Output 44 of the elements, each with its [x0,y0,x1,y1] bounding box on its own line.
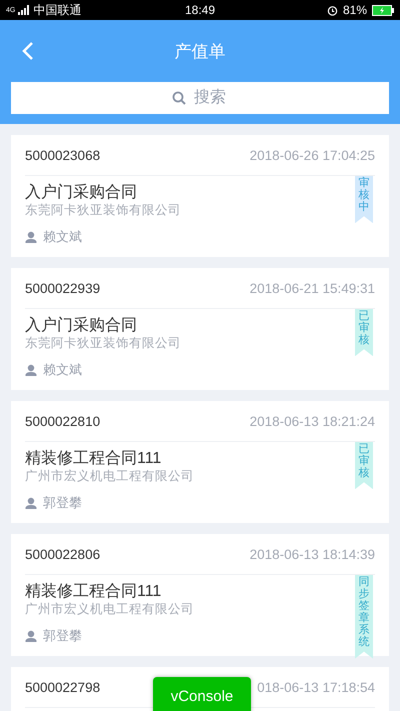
order-date: 2018-06-26 17:04:25 [250,148,375,162]
search-icon [172,91,186,105]
person-name: 赖文斌 [43,361,82,379]
order-number: 5000022806 [25,546,100,562]
contract-title: 精装修工程合同111 [25,583,162,601]
order-card[interactable]: 5000022806 2018-06-13 18:14:39 精装修工程合同111 广州市宏义机电工程有限公司 郭登攀 同步签章系统 [11,534,389,656]
order-number: 5000022798 [25,680,100,694]
status-ribbon: 已审核 [355,442,373,490]
clock: 18:49 [184,3,216,17]
company-name: 广州市宏义机电工程有限公司 [25,468,194,484]
company-name: 东莞阿卡狄亚装饰有限公司 [25,335,181,351]
order-date: 018-06-13 17:18:54 [257,680,375,694]
signal-icon [18,5,30,15]
order-number: 5000022810 [25,414,100,428]
battery-percent: 81% [342,3,367,17]
company-name: 广州市宏义机电工程有限公司 [25,601,194,617]
order-number: 5000023068 [25,148,100,162]
page-title: 产值单 [174,40,226,62]
contract-title: 精装修工程合同111 [25,450,162,468]
order-card[interactable]: 5000023068 2018-06-26 17:04:25 入户门采购合同 东莞阿卡狄亚装饰有限公司 赖文斌 审核中 [11,135,389,257]
battery-icon [372,4,394,16]
carrier-name: 中国联通 [33,2,82,18]
person-name: 赖文斌 [43,228,82,246]
order-date: 2018-06-13 18:21:24 [250,414,375,428]
person-name: 郭登攀 [43,627,82,645]
order-card[interactable]: 5000022810 2018-06-13 18:21:24 精装修工程合同111 广州市宏义机电工程有限公司 郭登攀 已审核 [11,401,389,523]
person-icon [25,231,37,243]
order-date: 2018-06-21 15:49:31 [250,280,375,296]
order-number: 5000022939 [25,280,100,296]
status-ribbon: 同步签章系统 [355,575,373,659]
status-ribbon: 审核中 [355,176,373,224]
company-name: 东莞阿卡狄亚装饰有限公司 [25,202,181,218]
order-card[interactable]: 5000022939 2018-06-21 15:49:31 入户门采购合同 东莞阿卡狄亚装饰有限公司 赖文斌 已审核 [11,268,389,390]
person-icon [25,630,37,642]
search-field[interactable]: 搜索 [11,82,389,114]
person-icon [25,497,37,509]
back-icon[interactable] [22,41,34,61]
alarm-icon [326,4,338,16]
order-date: 2018-06-13 18:14:39 [250,546,375,562]
contract-title: 入户门采购合同 [25,184,137,202]
status-ribbon: 已审核 [355,309,373,356]
person-name: 郭登攀 [43,494,82,512]
contract-title: 入户门采购合同 [25,317,137,335]
person-icon [25,364,37,376]
